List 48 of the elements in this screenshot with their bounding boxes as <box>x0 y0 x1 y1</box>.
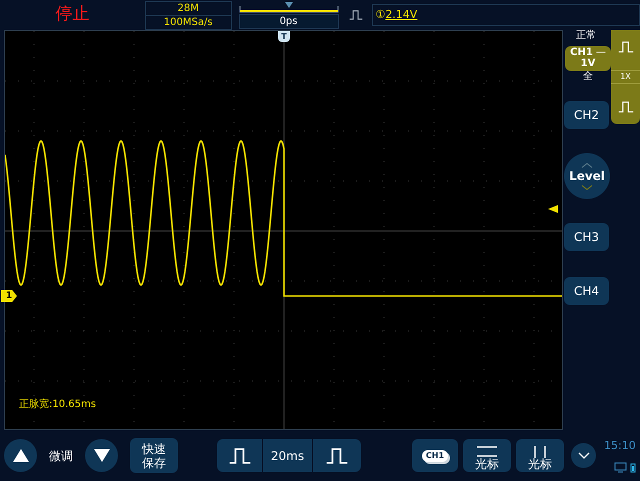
monitor-icon <box>614 462 627 474</box>
expand-button[interactable] <box>571 443 596 468</box>
run-status[interactable]: 停止 <box>0 2 145 28</box>
battery-icon <box>630 462 636 474</box>
timebase-value: 20ms <box>263 439 313 472</box>
channel-index: ① <box>375 6 386 23</box>
cursor-button[interactable]: 光标 <box>463 439 511 472</box>
pulse-icon <box>618 100 634 114</box>
sample-rate: 100MSa/s <box>162 16 214 28</box>
bandwidth-limit: 全 <box>583 71 593 83</box>
channel-button[interactable]: CH4 <box>564 277 609 305</box>
chevron-up-icon <box>581 162 593 168</box>
channel-offset-marker[interactable]: 1 <box>1 290 17 302</box>
cursor-button[interactable]: 光标 <box>516 439 564 472</box>
time-offset[interactable]: 0ps <box>238 14 339 28</box>
quick-save-button[interactable]: 快速保存 <box>130 438 178 473</box>
trigger-level: 2.14V <box>385 6 418 23</box>
memory-depth: 28M <box>146 2 231 16</box>
ch1-button[interactable]: CH1 — 1V <box>565 46 611 71</box>
wide-pulse-icon <box>325 448 349 464</box>
coupling-mode: — <box>596 47 606 58</box>
measurement-readout: 正脉宽:10.65ms <box>19 398 96 412</box>
fine-adjust-label: 微调 <box>49 448 73 464</box>
channel-scale: 1V <box>580 58 596 69</box>
channel-label: CH1 <box>570 47 593 58</box>
rising-edge-icon <box>618 40 634 54</box>
trigger-level-field[interactable]: ①2.14V <box>372 4 640 26</box>
chevron-down-icon <box>581 184 593 190</box>
down-arrow-icon <box>94 449 110 462</box>
probe-ratio: 1X <box>611 70 640 84</box>
up-arrow-icon <box>12 449 28 462</box>
cursor-channel-button[interactable]: CH1 <box>412 439 458 472</box>
acquire-mode[interactable]: 正常 <box>576 30 596 42</box>
channel-button[interactable]: CH3 <box>564 223 609 251</box>
level-label: Level <box>569 170 605 182</box>
trigger-level-arrow-icon <box>548 205 558 213</box>
trigger-edge-icon <box>349 9 364 21</box>
channel-stack-icon: CH1 <box>422 450 448 462</box>
horizontal-cursors-icon <box>477 446 497 458</box>
probe-panel[interactable]: 1X <box>611 30 640 124</box>
level-knob[interactable]: Level <box>564 153 610 199</box>
channel-button[interactable]: CH2 <box>564 101 609 129</box>
narrow-pulse-icon <box>228 448 252 464</box>
down-button[interactable] <box>85 439 118 472</box>
chevron-down-icon <box>578 452 590 459</box>
clock: 15:10 <box>604 438 636 454</box>
up-button[interactable] <box>4 439 37 472</box>
trigger-position-marker[interactable]: T <box>278 31 290 42</box>
